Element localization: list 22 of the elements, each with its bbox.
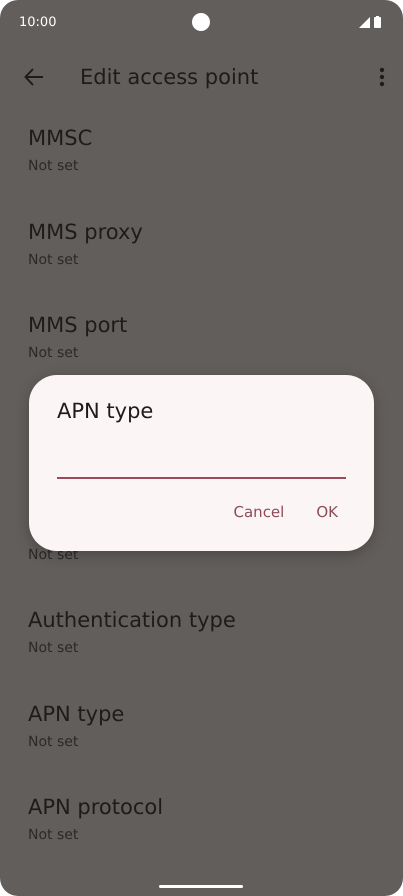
more-options-icon — [379, 67, 385, 87]
setting-summary: Not set — [28, 344, 78, 363]
status-time: 10:00 — [19, 14, 56, 30]
setting-title: MMS proxy — [28, 218, 144, 246]
dialog-title: APN type — [57, 398, 154, 425]
setting-title: APN protocol — [28, 794, 164, 821]
setting-title: MMS port — [28, 312, 128, 339]
setting-title: Authentication type — [28, 607, 237, 634]
app-bar-title: Edit access point — [80, 65, 260, 89]
setting-summary: Not set — [28, 639, 78, 658]
camera-cutout — [192, 13, 210, 31]
setting-title: MMSC — [28, 125, 94, 152]
setting-summary: Not set — [28, 732, 78, 752]
setting-summary: Not set — [28, 250, 78, 270]
setting-summary: Not set — [28, 826, 78, 845]
setting-title: APN type — [28, 700, 126, 728]
cancel-button[interactable]: Cancel — [222, 495, 296, 529]
back-arrow-icon — [24, 68, 44, 86]
battery-icon — [374, 16, 381, 28]
ok-button[interactable]: OK — [304, 495, 350, 529]
signal-icon — [359, 16, 370, 28]
setting-summary: Not set — [28, 157, 78, 176]
